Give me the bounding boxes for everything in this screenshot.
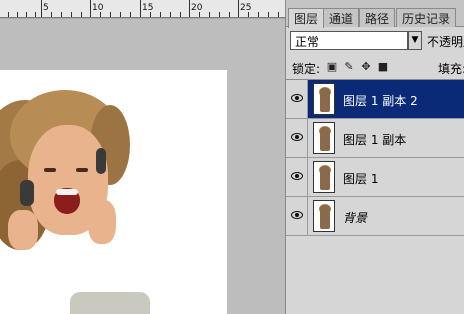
ruler-tick xyxy=(238,0,239,17)
blend-row: 正常 ▼ 不透明度: xyxy=(286,27,464,54)
ruler-tick xyxy=(180,12,181,17)
ruler-tick xyxy=(170,12,171,17)
ruler-tick xyxy=(130,12,131,17)
eye-icon xyxy=(291,172,303,180)
ruler-label: 20 xyxy=(191,3,203,13)
opacity-label: 不透明度: xyxy=(427,35,464,49)
ruler-tick xyxy=(258,12,259,17)
visibility-toggle[interactable] xyxy=(286,158,308,196)
ruler-tick xyxy=(61,12,62,17)
tab-paths[interactable]: 路径 xyxy=(359,8,396,27)
ruler-tick xyxy=(110,12,111,17)
ruler-tick xyxy=(120,12,121,17)
panel-tabs: 图层 通道 路径 历史记录 xyxy=(286,0,464,28)
lock-paint-icon[interactable]: ✎ xyxy=(342,60,356,73)
layer-row[interactable]: 图层 1 副本 2 xyxy=(286,80,464,119)
ruler-tick xyxy=(71,12,72,17)
ruler-tick xyxy=(81,12,82,17)
ruler-tick xyxy=(90,0,91,17)
layer-name: 图层 1 xyxy=(343,172,379,186)
ruler-tick xyxy=(150,12,151,17)
layer-thumbnail xyxy=(313,161,335,193)
visibility-toggle[interactable] xyxy=(286,119,308,157)
ruler-tick xyxy=(51,12,52,17)
layer-name: 图层 1 副本 2 xyxy=(343,94,418,108)
eye-icon xyxy=(291,211,303,219)
chevron-down-icon[interactable]: ▼ xyxy=(408,31,422,50)
layer-name: 背景 xyxy=(343,211,368,225)
visibility-toggle[interactable] xyxy=(286,197,308,235)
ruler-tick xyxy=(189,0,190,17)
eye-icon xyxy=(291,94,303,102)
ruler-tick xyxy=(35,12,36,17)
tab-channels[interactable]: 通道 xyxy=(323,8,360,27)
ruler-tick xyxy=(199,12,200,17)
ruler-label: 5 xyxy=(43,3,49,13)
eye-icon xyxy=(291,133,303,141)
lock-label: 锁定: xyxy=(292,62,321,76)
layer-thumbnail xyxy=(313,200,335,232)
ruler-tick xyxy=(41,0,42,17)
lock-move-icon[interactable]: ✥ xyxy=(359,60,373,73)
layer-row[interactable]: 图层 1 副本 xyxy=(286,119,464,158)
ruler-tick xyxy=(100,12,101,17)
tab-history[interactable]: 历史记录 xyxy=(396,8,457,27)
ruler-tick xyxy=(17,12,18,17)
tab-layers[interactable]: 图层 xyxy=(288,8,325,28)
ruler-label: 25 xyxy=(240,3,252,13)
ruler-tick xyxy=(229,12,230,17)
layer-name: 图层 1 副本 xyxy=(343,133,407,147)
lock-transparent-icon[interactable]: ▣ xyxy=(325,60,339,73)
layer-row[interactable]: 图层 1 xyxy=(286,158,464,197)
document-canvas[interactable] xyxy=(0,70,227,314)
layers-panel: 图层 通道 路径 历史记录 正常 ▼ 不透明度: 锁定: ▣ ✎ ✥ ■ 填充:… xyxy=(285,0,464,314)
layer-thumbnail xyxy=(313,83,335,115)
visibility-toggle[interactable] xyxy=(286,80,308,118)
ruler-tick xyxy=(278,12,279,17)
ruler-tick xyxy=(160,12,161,17)
layer-row[interactable]: 背景 xyxy=(286,197,464,236)
ruler-tick xyxy=(8,12,9,17)
ruler-tick xyxy=(209,12,210,17)
ruler-tick xyxy=(140,0,141,17)
ruler-label: 10 xyxy=(92,3,104,13)
ruler-tick xyxy=(248,12,249,17)
ruler-tick xyxy=(268,12,269,17)
lock-all-icon[interactable]: ■ xyxy=(376,60,390,73)
ruler-tick xyxy=(26,12,27,17)
lock-row: 锁定: ▣ ✎ ✥ ■ 填充: xyxy=(286,57,464,79)
ruler-tick xyxy=(219,12,220,17)
canvas-area[interactable] xyxy=(0,19,285,314)
layer-thumbnail xyxy=(313,122,335,154)
blend-mode-select[interactable]: 正常 xyxy=(290,31,408,50)
fill-label: 填充: xyxy=(438,62,464,76)
horizontal-ruler[interactable]: 5 10 15 20 25 xyxy=(0,0,285,18)
layers-list: 图层 1 副本 2 图层 1 副本 图层 1 背景 xyxy=(286,79,464,314)
ruler-label: 15 xyxy=(142,3,154,13)
